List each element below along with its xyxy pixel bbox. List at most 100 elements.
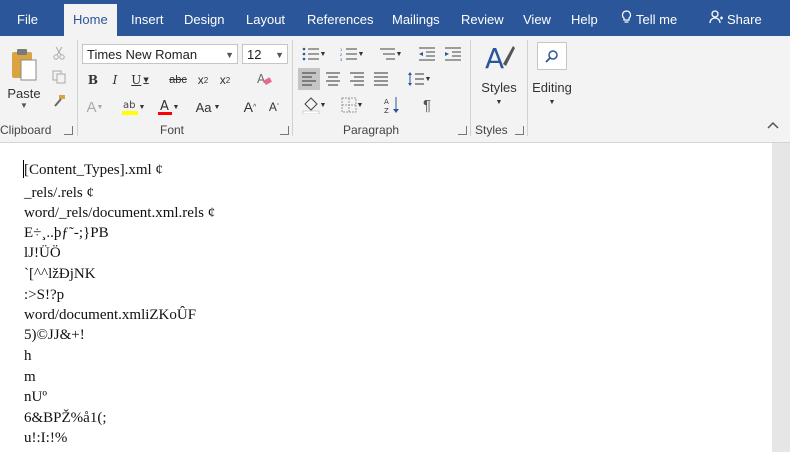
- font-launcher-icon[interactable]: [280, 126, 289, 135]
- format-painter-button[interactable]: [50, 92, 68, 110]
- group-separator: [77, 40, 78, 136]
- increase-indent-button[interactable]: [442, 44, 464, 64]
- styles-launcher-icon[interactable]: [515, 126, 524, 135]
- align-right-button[interactable]: [346, 68, 368, 90]
- tab-file[interactable]: File: [8, 0, 47, 36]
- collapse-ribbon-button[interactable]: [767, 120, 779, 132]
- strikethrough-button[interactable]: abc: [166, 70, 190, 90]
- paint-bucket-icon: [302, 97, 319, 114]
- shrink-font-button[interactable]: Aˇ: [264, 96, 284, 118]
- svg-text:ab: ab: [123, 100, 135, 111]
- line-spacing-button[interactable]: ▼: [402, 68, 436, 90]
- document-line: m: [24, 369, 36, 385]
- bullet-list-icon: [302, 47, 319, 61]
- font-family-combo[interactable]: Times New Roman ▼: [82, 44, 238, 64]
- font-size-combo[interactable]: 12 ▼: [242, 44, 288, 64]
- bold-button[interactable]: B: [84, 70, 102, 90]
- group-separator: [292, 40, 293, 136]
- chevron-down-icon: ▼: [225, 50, 234, 60]
- show-formatting-button[interactable]: ¶: [416, 94, 438, 116]
- justify-icon: [374, 72, 388, 86]
- cut-button[interactable]: [50, 44, 68, 62]
- group-separator: [470, 40, 471, 136]
- chevron-down-icon: ▼: [172, 103, 180, 111]
- clipboard-icon: [12, 49, 37, 81]
- styles-group-label: Styles: [475, 123, 508, 137]
- clear-formatting-button[interactable]: A: [254, 68, 274, 90]
- clipboard-launcher-icon[interactable]: [64, 126, 73, 135]
- tab-insert[interactable]: Insert: [122, 0, 173, 36]
- text-effects-button[interactable]: A ▼: [84, 96, 106, 118]
- sort-button[interactable]: AZ: [380, 94, 404, 116]
- multilevel-list-button[interactable]: ▼: [374, 44, 406, 64]
- paintbrush-icon: [54, 95, 65, 107]
- justify-button[interactable]: [370, 68, 392, 90]
- document-line: word/document.xmliZKoÛF: [24, 307, 197, 323]
- share-label: Share: [727, 12, 762, 27]
- copy-button[interactable]: [50, 68, 68, 86]
- document-line: `[^^lžÐjNK: [24, 266, 96, 282]
- share-button[interactable]: Share: [700, 0, 771, 36]
- shading-button[interactable]: ▼: [298, 94, 330, 116]
- align-left-button[interactable]: [298, 68, 320, 90]
- font-color-icon: A: [157, 99, 172, 115]
- increase-indent-icon: [445, 47, 461, 61]
- chevron-down-icon: ▼: [213, 103, 221, 111]
- decrease-indent-icon: [419, 47, 435, 61]
- borders-button[interactable]: ▼: [336, 94, 368, 116]
- editing-button[interactable]: Editing ▼: [528, 42, 576, 118]
- superscript-button[interactable]: x2: [216, 70, 234, 90]
- tab-help[interactable]: Help: [562, 0, 607, 36]
- align-center-icon: [326, 72, 340, 86]
- copy-icon: [52, 70, 66, 84]
- styles-icon: A: [485, 42, 515, 75]
- tab-references[interactable]: References: [298, 0, 382, 36]
- highlighter-icon: ab: [121, 100, 138, 115]
- styles-button[interactable]: A Styles ▼: [476, 42, 522, 120]
- italic-button[interactable]: I: [106, 70, 124, 90]
- document-line: _rels/.rels ¢: [24, 185, 94, 201]
- paragraph-launcher-icon[interactable]: [458, 126, 467, 135]
- tell-me-search[interactable]: Tell me: [612, 0, 686, 36]
- clipboard-group-label: Clipboard: [0, 123, 52, 137]
- tab-home[interactable]: Home: [64, 4, 117, 40]
- paste-button[interactable]: Paste ▼: [4, 44, 44, 114]
- document-line: 6&BPŽ%å1(;: [24, 410, 107, 426]
- eraser-icon: A: [257, 72, 272, 86]
- subscript-button[interactable]: x2: [194, 70, 212, 90]
- ribbon-tab-bar: File Home Insert Design Layout Reference…: [0, 0, 790, 40]
- vertical-scrollbar[interactable]: [772, 143, 790, 452]
- chevron-down-icon: ▼: [96, 103, 104, 111]
- document-line: 5)©JJ&+!: [24, 327, 85, 343]
- chevron-down-icon: ▼: [143, 76, 149, 84]
- decrease-indent-button[interactable]: [416, 44, 438, 64]
- tab-review[interactable]: Review: [452, 0, 513, 36]
- numbering-button[interactable]: 123 ▼: [336, 44, 368, 64]
- font-group-label: Font: [160, 123, 185, 137]
- chevron-down-icon: ▼: [548, 99, 556, 106]
- font-size-value: 12: [247, 47, 262, 62]
- tab-layout[interactable]: Layout: [237, 0, 294, 36]
- document-page[interactable]: [0, 143, 772, 452]
- grow-font-button[interactable]: A ^: [240, 96, 260, 118]
- tab-design[interactable]: Design: [175, 0, 233, 36]
- text-highlight-button[interactable]: ab ▼: [118, 96, 148, 118]
- svg-text:A: A: [257, 72, 266, 86]
- underline-button[interactable]: U ▼: [128, 70, 152, 90]
- paragraph-group-label: Paragraph: [343, 123, 400, 137]
- tab-mailings[interactable]: Mailings: [383, 0, 449, 36]
- tab-view[interactable]: View: [514, 0, 560, 36]
- svg-text:Z: Z: [384, 107, 389, 114]
- ribbon: Paste ▼ Clipboard Times New Roman ▼ 12 ▼…: [0, 36, 790, 143]
- chevron-down-icon: ▼: [319, 101, 327, 109]
- document-line: [Content_Types].xml ¢: [24, 162, 163, 178]
- document-line: lJ!ÜÖ: [24, 245, 61, 261]
- bullets-button[interactable]: ▼: [298, 44, 330, 64]
- borders-icon: [341, 97, 357, 113]
- font-color-button[interactable]: A ▼: [154, 96, 182, 118]
- document-line: h: [24, 348, 32, 364]
- change-case-button[interactable]: Aa ▼: [192, 96, 224, 118]
- align-center-button[interactable]: [322, 68, 344, 90]
- document-line: :>S!?p: [24, 287, 65, 303]
- document-line: u!:I:!%: [24, 430, 68, 446]
